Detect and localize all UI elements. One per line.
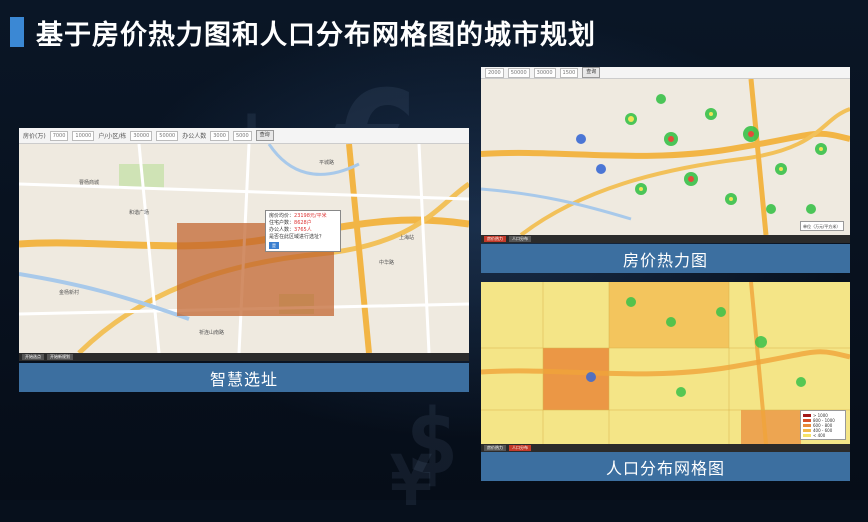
svg-text:平城路: 平城路 [319,159,334,166]
toolbar-label: 办公人数 [182,133,207,140]
legend-title: 单位（万元/平方米） [803,224,841,229]
popup-row: 房价均价：23198元/平米 [269,213,327,219]
legend-swatch [803,419,811,422]
legend-swatch [803,429,811,432]
filter-input[interactable]: 1500 [559,67,579,78]
popup-row: 住宅户数：8628户 [269,220,312,226]
household-min-input[interactable]: 30000 [130,130,153,141]
population-tab[interactable]: 人口分布 [509,236,531,242]
legend-swatch [803,414,811,417]
map-toolbar: 2000 50000 30000 1500 查询 [481,67,850,79]
svg-text:上海站: 上海站 [399,234,414,241]
svg-text:曹杨商城: 曹杨商城 [79,179,99,186]
query-button[interactable]: 查询 [582,67,601,78]
legend-row: < 400 [803,433,843,438]
legend-swatch [803,424,811,427]
slide-title: 基于房价热力图和人口分布网格图的城市规划 [36,20,596,51]
office-max-input[interactable]: 5000 [232,130,252,141]
svg-text:和谐广场: 和谐广场 [129,209,149,216]
toolbar-label: 房价(万) [23,133,46,140]
population-grid-panel: > 1000 800 - 1000 600 - 800 400 - 600 < … [481,282,850,452]
heatmap-map[interactable] [481,79,850,235]
filter-input[interactable]: 50000 [507,67,530,78]
bg-currency-glyph: ¥ [390,440,433,522]
filter-input[interactable]: 2000 [485,67,504,78]
title-accent-bar [10,17,24,47]
map-footer: 房价热力 人口分布 [481,444,850,452]
price-heat-tab[interactable]: 房价热力 [484,236,506,242]
filter-input[interactable]: 30000 [533,67,556,78]
base-map[interactable]: 平城路 和谐广场 金杨新村 中华路 祈连山南路 上海站 曹杨商城 [19,144,469,353]
household-max-input[interactable]: 50000 [156,130,179,141]
price-heatmap-caption: 房价热力图 [481,244,850,273]
site-info-popup: 房价均价：23198元/平米 住宅户数：8628户 办公人数：3765人 是否在… [265,210,341,252]
price-heat-tab[interactable]: 房价热力 [484,445,506,451]
map-toolbar: 房价(万) 7000 10000 户/小区/栋 30000 50000 办公人数… [19,128,469,144]
popup-question: 是否在此区域进行选址？ [269,234,325,240]
toolbar-label: 户/小区/栋 [98,133,127,140]
confirm-site-button[interactable]: 是 [269,242,279,249]
map-footer: 房价热力 人口分布 [481,235,850,243]
population-grid-map[interactable] [481,282,850,444]
site-selection-map-panel: 房价(万) 7000 10000 户/小区/栋 30000 50000 办公人数… [19,128,469,361]
svg-text:祈连山南路: 祈连山南路 [199,329,224,336]
population-legend: > 1000 800 - 1000 600 - 800 400 - 600 < … [800,410,846,440]
start-select-tab[interactable]: 开始选点 [22,354,44,360]
map-footer: 开始选点 开始新规划 [19,353,469,361]
site-selection-caption: 智慧选址 [19,363,469,392]
price-max-input[interactable]: 10000 [72,130,95,141]
svg-text:金杨新村: 金杨新村 [59,289,79,296]
price-min-input[interactable]: 7000 [49,130,69,141]
popup-row: 办公人数：3765人 [269,227,312,233]
svg-text:中华路: 中华路 [379,259,394,266]
office-min-input[interactable]: 3000 [210,130,229,141]
population-grid-caption: 人口分布网格图 [481,452,850,481]
price-heatmap-panel: 2000 50000 30000 1500 查询 单位（万元/平方米） 房价热力… [481,67,850,243]
population-tab[interactable]: 人口分布 [509,445,531,451]
query-button[interactable]: 查询 [255,130,274,141]
new-plan-tab[interactable]: 开始新规划 [47,354,73,360]
legend-swatch [803,434,811,437]
heatmap-legend: 单位（万元/平方米） [800,221,844,231]
